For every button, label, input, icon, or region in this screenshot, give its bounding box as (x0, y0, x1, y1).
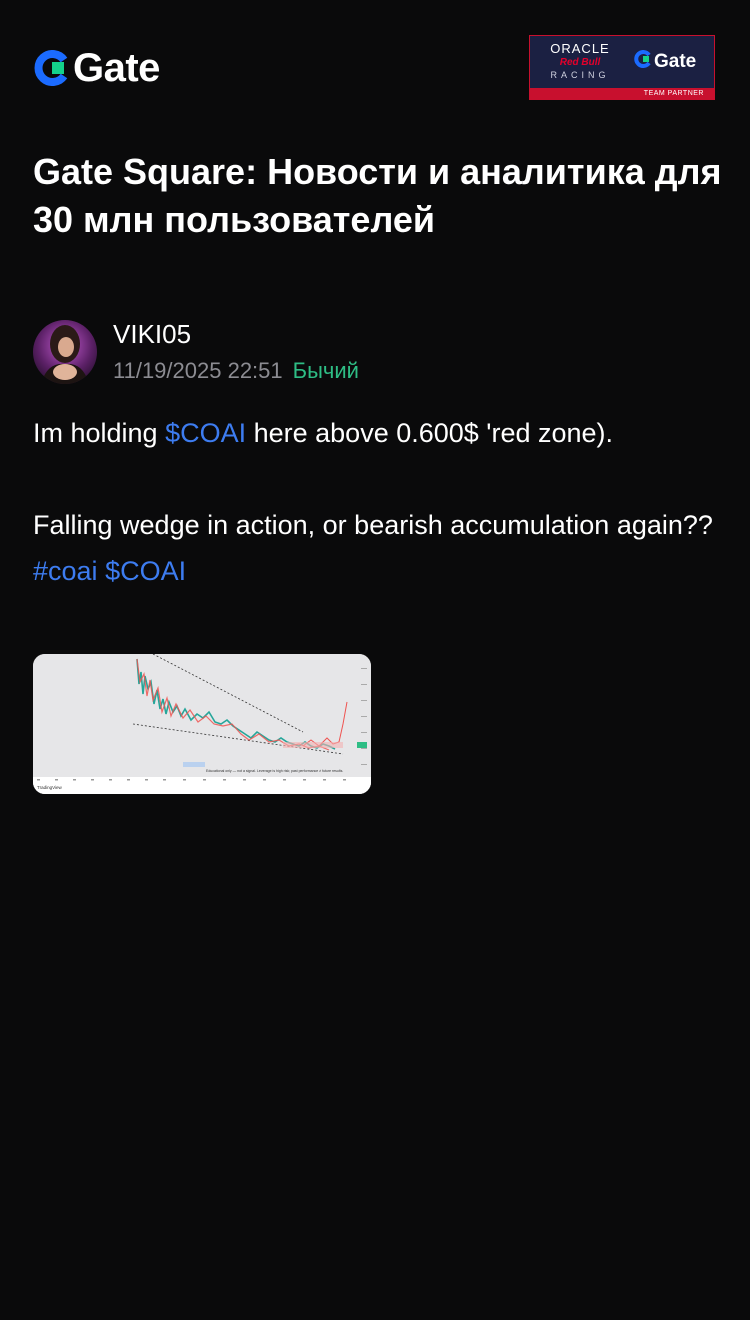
post-line-1: Im holding $COAI here above 0.600$ 'red … (33, 410, 723, 456)
gate-partner-icon (634, 50, 652, 73)
post-image-attachment[interactable]: Educational only — not a signal. Leverag… (33, 654, 371, 794)
gate-logo[interactable]: Gate (34, 48, 160, 88)
gate-logo-text: Gate (73, 46, 160, 90)
redbull-wordmark: Red Bull (559, 57, 601, 68)
post-tags: #coai $COAI (33, 548, 723, 594)
post-text: Im holding (33, 418, 166, 448)
chart-disclaimer: Educational only — not a signal. Leverag… (206, 769, 343, 773)
post-meta: 11/19/2025 22:51 Бычий (113, 356, 359, 386)
ticker-link[interactable]: $COAI (165, 418, 246, 448)
gate-logo-icon (34, 50, 70, 86)
hashtag-link[interactable]: #coai (33, 556, 98, 586)
team-partner-banner[interactable]: ORACLE Red Bull RACING Gate TEAM PARTNER (529, 35, 715, 100)
tradingview-watermark: TradingView (37, 785, 63, 790)
post-line-2: Falling wedge in action, or bearish accu… (33, 510, 713, 540)
post-timestamp: 11/19/2025 22:51 (113, 358, 283, 383)
page-title: Gate Square: Новости и аналитика для 30 … (33, 151, 722, 240)
racing-wordmark: RACING (550, 70, 610, 80)
author-avatar[interactable] (33, 320, 97, 384)
author-name[interactable]: VIKI05 (113, 318, 191, 350)
ticker-link[interactable]: $COAI (105, 556, 186, 586)
post-text: here above 0.600$ 'red zone). (246, 418, 614, 448)
sentiment-badge: Бычий (292, 358, 359, 383)
post-body: Im holding $COAI here above 0.600$ 'red … (33, 410, 723, 594)
gate-partner-wordmark: Gate (654, 50, 697, 72)
team-partner-label: TEAM PARTNER (643, 90, 704, 97)
team-partner-band: TEAM PARTNER (530, 88, 714, 99)
oracle-wordmark: ORACLE (550, 41, 610, 56)
